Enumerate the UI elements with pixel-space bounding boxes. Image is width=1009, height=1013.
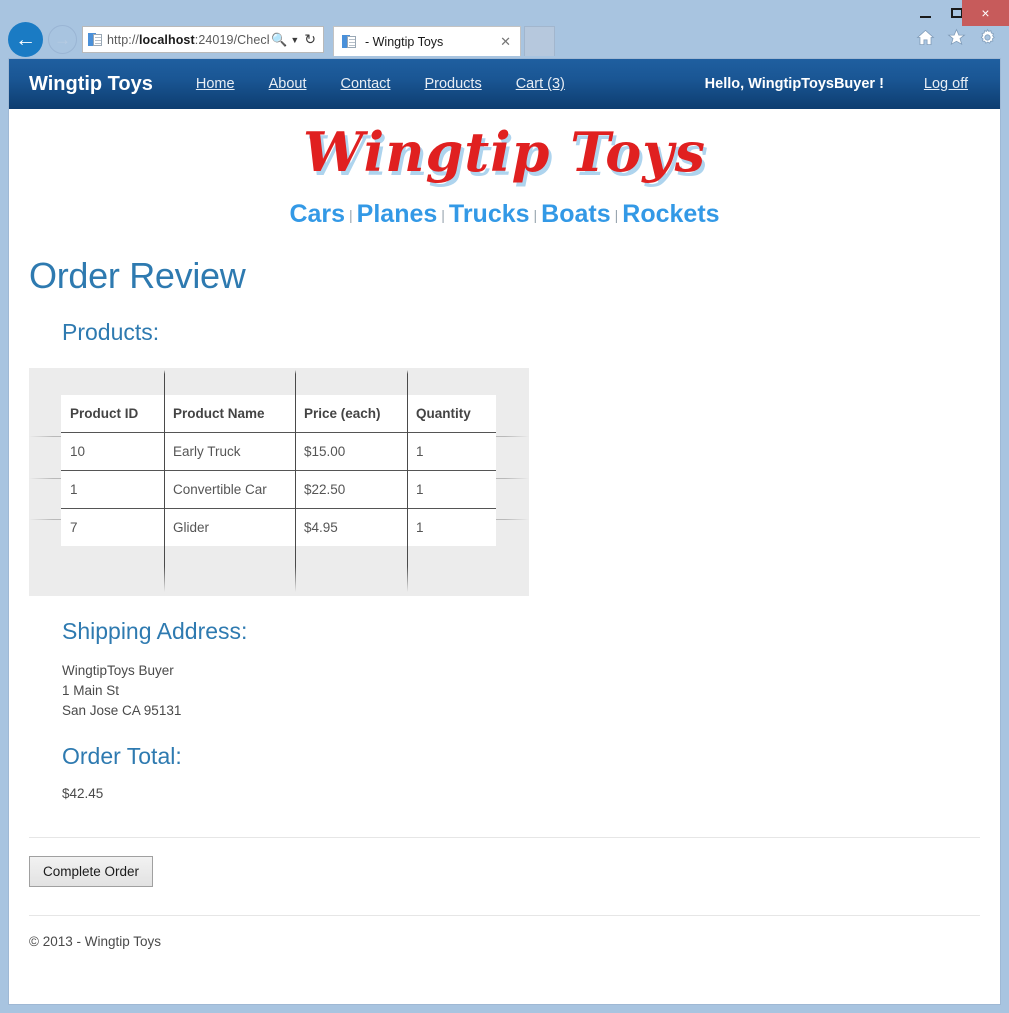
grid-rule [407,370,408,593]
table-row: 1 Convertible Car $22.50 1 [61,470,496,510]
shipping-street: 1 Main St [62,683,120,699]
home-icon[interactable] [916,28,935,47]
nav-link-home[interactable]: Home [179,76,252,92]
column-header-quantity: Quantity [407,395,496,434]
order-total-value: $42.45 [62,786,104,802]
cell-product-name: Convertible Car [164,470,295,510]
cell-quantity: 1 [416,520,424,536]
back-button[interactable]: ← [8,22,43,57]
footer-divider [29,915,980,917]
cell-product-id: 1 [61,470,164,510]
footer-copyright: © 2013 - Wingtip Toys [29,934,162,950]
cell-quantity: 1 [407,432,496,472]
order-total-heading: Order Total: [62,743,182,770]
search-icon[interactable]: 🔍 [271,32,287,48]
nav-link-products[interactable]: Products [407,76,498,92]
tab-page-icon [342,34,357,50]
table-row: 7 Glider $4.95 1 [61,509,496,547]
page-content: Wingtip Toys Cars | Planes | Trucks | Boats | Ro… [9,109,1000,949]
cell-quantity: 1 [407,470,496,510]
category-link-cars[interactable]: Cars [289,200,345,228]
site-logo: Wingtip Toys [302,120,707,184]
logoff-link[interactable]: Log off [924,76,968,92]
url-text: http://localhost:24019/Checkou [107,32,269,47]
star-icon[interactable] [947,28,966,47]
category-separator: | [441,207,445,224]
chevron-down-icon[interactable]: ▼ [290,35,299,45]
column-header-price: Price (each) [295,395,407,434]
category-link-boats[interactable]: Boats [541,200,610,228]
section-divider [29,837,980,839]
cell-price: $15.00 [295,432,407,472]
site-brand[interactable]: Wingtip Toys [29,73,153,96]
close-window-button[interactable]: × [962,0,1009,26]
forward-button[interactable]: → [48,25,77,54]
cell-product-name: Early Truck [164,432,295,472]
shipping-city-state-zip: San Jose CA 95131 [62,703,182,719]
products-grid-container: Product ID Product Name Price (each) Qua… [29,368,529,597]
table-row: 10 Early Truck $15.00 1 [61,432,496,472]
category-separator: | [349,207,353,224]
grid-rule [295,370,296,593]
grid-rule [164,370,165,593]
new-tab-button[interactable] [524,26,555,56]
gear-icon[interactable] [978,28,997,47]
category-link-rockets[interactable]: Rockets [622,200,719,228]
close-icon: × [981,5,990,21]
page-icon [88,32,103,48]
column-header-product-name: Product Name [164,395,295,434]
shipping-address-block: WingtipToys Buyer 1 Main St San Jose CA … [62,661,980,721]
shipping-name: WingtipToys Buyer [62,663,174,679]
shipping-address-heading: Shipping Address: [62,618,248,645]
complete-order-button[interactable]: Complete Order [29,856,154,888]
back-arrow-icon: ← [15,28,36,51]
address-bar[interactable]: http://localhost:24019/Checkou 🔍 ▼ ↻ [82,26,324,53]
cell-price: $22.50 [295,470,407,510]
minimize-icon [919,15,931,18]
cell-product-id: 10 [61,432,164,472]
products-table: Product ID Product Name Price (each) Qua… [61,395,496,547]
nav-link-cart[interactable]: Cart (3) [499,76,582,92]
title-bar: × ← → http://localhost:24019/Checkou 🔍 ▼… [0,0,1009,58]
minimize-button[interactable] [909,0,941,26]
browser-window: × ← → http://localhost:24019/Checkou 🔍 ▼… [0,0,1009,1013]
browser-toolbar-icons [916,28,997,47]
user-nav: Hello, WingtipToysBuyer ! Log off [705,76,980,92]
cell-product-id: 7 [70,520,78,536]
nav-link-about[interactable]: About [252,76,324,92]
nav-link-contact[interactable]: Contact [323,76,407,92]
category-separator: | [533,207,538,224]
tab-close-icon[interactable]: ✕ [497,34,514,50]
site-navbar: Wingtip Toys Home About Contact Products… [9,59,1000,109]
browser-tab[interactable]: - Wingtip Toys ✕ [333,26,521,56]
products-heading: Products: [62,319,160,346]
category-link-trucks[interactable]: Trucks [449,200,530,228]
forward-arrow-icon: → [54,30,71,49]
category-separator: | [614,207,619,224]
category-links: Cars | Planes | Trucks | Boats | Rockets [29,182,980,229]
table-header-row: Product ID Product Name Price (each) Qua… [61,395,496,434]
tab-title: - Wingtip Toys [365,34,444,49]
user-greeting: Hello, WingtipToysBuyer ! [704,76,884,92]
category-link-planes[interactable]: Planes [357,200,438,228]
refresh-icon[interactable]: ↻ [304,31,316,48]
page-title: Order Review [29,255,246,297]
cell-product-name: Glider [173,520,210,536]
cell-price: $4.95 [304,520,338,536]
primary-nav: Home About Contact Products Cart (3) [179,76,582,92]
column-header-product-id: Product ID [61,395,164,434]
page-viewport: Wingtip Toys Home About Contact Products… [8,58,1001,1005]
